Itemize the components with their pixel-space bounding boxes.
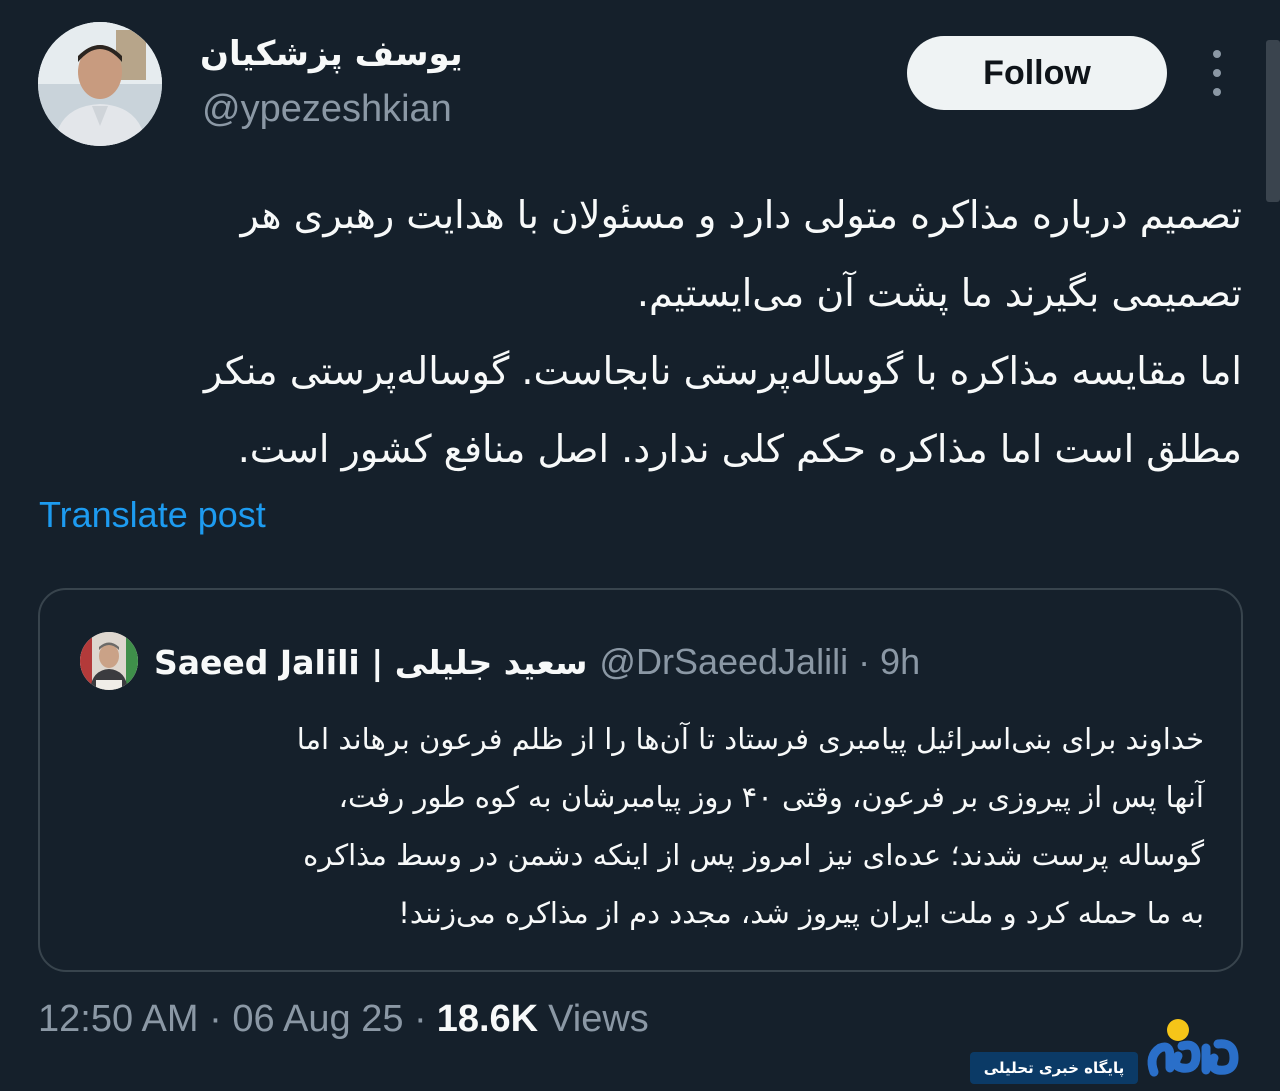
more-vertical-icon[interactable] [1202,50,1232,96]
roozno-watermark: پایگاه خبری تحلیلی [962,1016,1274,1088]
tweet-timestamp[interactable]: 12:50 AM · 06 Aug 25 · [38,998,427,1041]
views-count: 18.6K [436,998,539,1040]
author-avatar[interactable] [38,22,162,146]
quoted-author-meta: @DrSaeedJalili · 9h [599,641,921,682]
views-label: Views [548,998,649,1040]
quoted-tweet-text: خداوند برای بنی‌اسرائیل پیامبری فرستاد ت… [296,722,1204,930]
follow-button[interactable]: Follow [907,36,1167,110]
tweet-timestamp-row: 12:50 AM · 06 Aug 25 · 18.6K Views [38,998,649,1041]
author-display-name[interactable]: یوسف پزشکیان [200,34,463,74]
watermark-caption: پایگاه خبری تحلیلی [970,1052,1138,1084]
quoted-author-name[interactable]: Saeed Jalili | سعید جلیلی [154,643,587,682]
author-handle[interactable]: @ypezeshkian [202,88,452,131]
tweet-text: تصمیم درباره مذاکره متولی دارد و مسئولان… [203,193,1242,471]
quoted-tweet-header: Saeed Jalili | سعید جلیلی @DrSaeedJalili… [154,632,920,692]
translate-post-link[interactable]: Translate post [39,494,266,536]
quoted-author-avatar[interactable] [80,632,138,690]
roozno-logo-icon [1147,1019,1239,1077]
quoted-tweet-card[interactable]: Saeed Jalili | سعید جلیلی @DrSaeedJalili… [38,588,1243,972]
scrollbar[interactable] [1266,40,1280,202]
tweet-page: یوسف پزشکیان @ypezeshkian Follow تصمیم د… [0,0,1280,1091]
